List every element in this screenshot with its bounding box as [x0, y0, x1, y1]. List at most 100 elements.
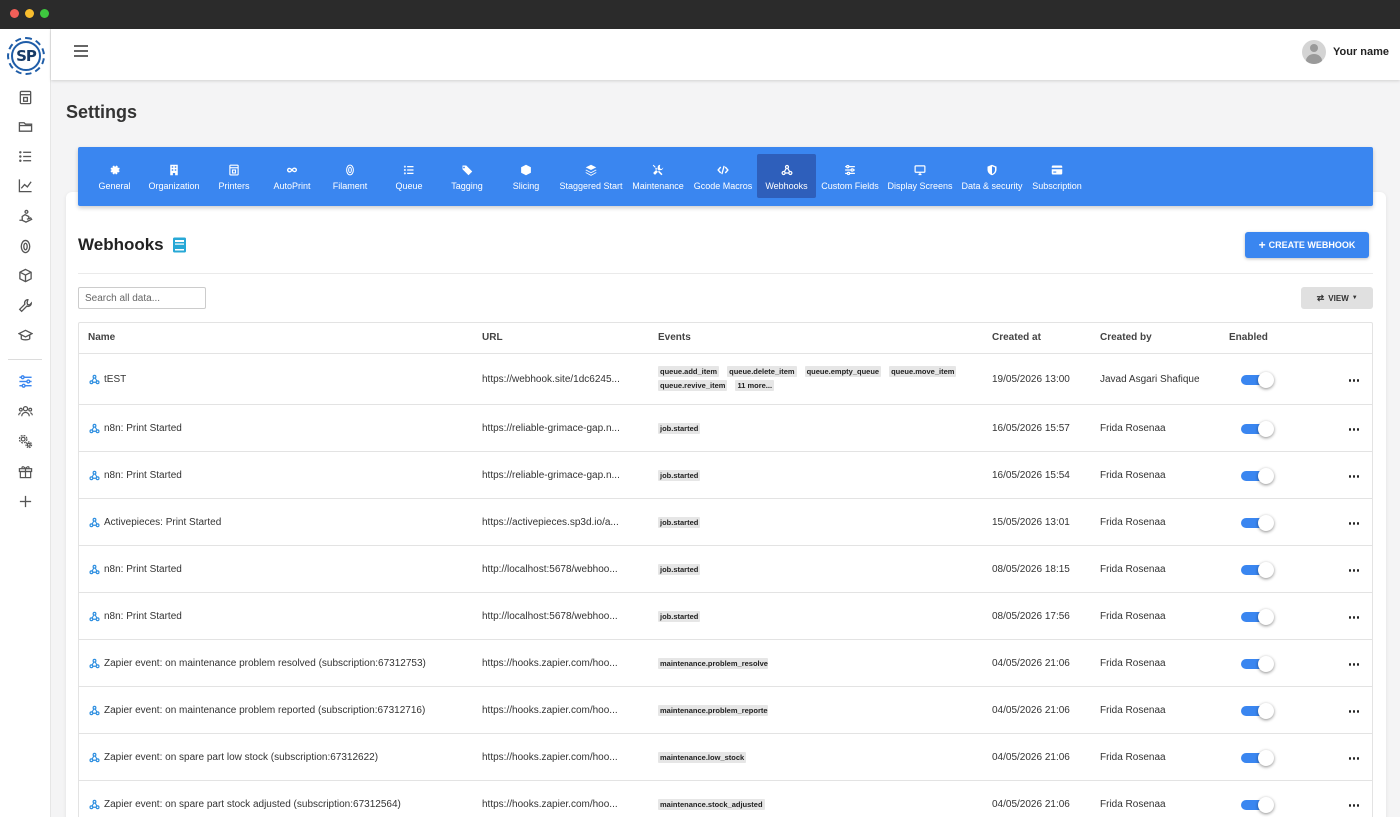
- tab-queue[interactable]: Queue: [384, 154, 434, 198]
- sidebar-filament-icon[interactable]: [15, 236, 35, 256]
- more-actions-icon[interactable]: [1349, 475, 1359, 479]
- table-row[interactable]: n8n: Print Started https://reliable-grima…: [79, 405, 1372, 452]
- maximize-window-button[interactable]: [40, 9, 49, 18]
- tab-label: Maintenance: [632, 180, 684, 191]
- more-actions-icon[interactable]: [1349, 663, 1359, 667]
- webhook-events: maintenance.low_stock: [658, 752, 958, 763]
- sidebar-settings-sliders-icon[interactable]: [15, 371, 35, 391]
- column-header-enabled[interactable]: Enabled: [1229, 332, 1268, 343]
- sidebar-add-icon[interactable]: [15, 491, 35, 511]
- column-header-created-at[interactable]: Created at: [992, 332, 1041, 343]
- webhook-url: https://hooks.zapier.com/hoo...: [482, 799, 618, 810]
- search-input[interactable]: [78, 287, 206, 309]
- table-row[interactable]: Zapier event: on maintenance problem rep…: [79, 687, 1372, 734]
- webhook-name-text: Zapier event: on maintenance problem rep…: [104, 705, 426, 716]
- plus-icon: +: [1258, 237, 1266, 252]
- webhook-url: https://reliable-grimace-gap.n...: [482, 470, 620, 481]
- sidebar-users-icon[interactable]: [15, 401, 35, 421]
- tag-icon: [461, 164, 474, 177]
- tab-printers[interactable]: Printers: [210, 154, 258, 198]
- user-menu[interactable]: Your name: [1301, 40, 1389, 64]
- created-at: 08/05/2026 17:56: [992, 611, 1070, 622]
- app-logo[interactable]: SP: [7, 37, 45, 75]
- sidebar-hand-icon[interactable]: [15, 206, 35, 226]
- close-window-button[interactable]: [10, 9, 19, 18]
- sidebar-wrench-icon[interactable]: [15, 295, 35, 315]
- tab-data-security[interactable]: Data & security: [960, 154, 1024, 198]
- tab-slicing[interactable]: Slicing: [501, 154, 551, 198]
- tab-webhooks[interactable]: Webhooks: [757, 154, 816, 198]
- webhook-name: n8n: Print Started: [89, 470, 182, 481]
- enabled-toggle[interactable]: [1241, 656, 1274, 672]
- tab-custom-fields[interactable]: Custom Fields: [820, 154, 880, 198]
- minimize-window-button[interactable]: [25, 9, 34, 18]
- enabled-toggle[interactable]: [1241, 421, 1274, 437]
- credit-card-icon: [1051, 164, 1064, 177]
- tab-label: Tagging: [451, 180, 483, 191]
- table-row[interactable]: n8n: Print Started https://reliable-grima…: [79, 452, 1372, 499]
- hamburger-menu-icon[interactable]: [74, 45, 88, 59]
- sidebar-folder-icon[interactable]: [15, 116, 35, 136]
- more-actions-icon[interactable]: [1349, 616, 1359, 620]
- table-row[interactable]: tEST https://webhook.site/1dc6245... queue…: [79, 354, 1372, 405]
- sidebar-gears-icon[interactable]: [15, 431, 35, 451]
- webhook-icon: [89, 799, 100, 810]
- create-webhook-button[interactable]: + CREATE WEBHOOK: [1245, 232, 1369, 258]
- sidebar-gift-icon[interactable]: [15, 461, 35, 481]
- table-row[interactable]: Zapier event: on maintenance problem res…: [79, 640, 1372, 687]
- book-icon[interactable]: [172, 237, 187, 253]
- more-actions-icon[interactable]: [1349, 757, 1359, 761]
- sidebar-graduation-icon[interactable]: [15, 325, 35, 345]
- webhook-name-text: tEST: [104, 374, 127, 385]
- table-row[interactable]: n8n: Print Started http://localhost:5678/…: [79, 593, 1372, 640]
- tab-staggered-start[interactable]: Staggered Start: [559, 154, 623, 198]
- enabled-toggle[interactable]: [1241, 750, 1274, 766]
- sidebar-list-icon[interactable]: [15, 146, 35, 166]
- tab-tagging[interactable]: Tagging: [442, 154, 492, 198]
- enabled-toggle[interactable]: [1241, 468, 1274, 484]
- created-by: Frida Rosenaa: [1100, 752, 1166, 763]
- view-button[interactable]: VIEW ▼: [1301, 287, 1373, 309]
- sidebar-divider: [8, 359, 42, 360]
- tab-display-screens[interactable]: Display Screens: [887, 154, 953, 198]
- table-row[interactable]: n8n: Print Started http://localhost:5678/…: [79, 546, 1372, 593]
- table-row[interactable]: Zapier event: on spare part low stock (s…: [79, 734, 1372, 781]
- more-actions-icon[interactable]: [1349, 804, 1359, 808]
- more-actions-icon[interactable]: [1349, 379, 1359, 383]
- tab-subscription[interactable]: Subscription: [1030, 154, 1084, 198]
- sidebar-printer-icon[interactable]: [15, 87, 35, 107]
- table-row[interactable]: Zapier event: on spare part stock adjust…: [79, 781, 1372, 817]
- enabled-toggle[interactable]: [1241, 515, 1274, 531]
- webhook-name: n8n: Print Started: [89, 423, 182, 434]
- enabled-toggle[interactable]: [1241, 562, 1274, 578]
- tab-autoprint[interactable]: AutoPrint: [267, 154, 317, 198]
- enabled-toggle[interactable]: [1241, 797, 1274, 813]
- sidebar-cube-icon[interactable]: [15, 265, 35, 285]
- webhook-events: job.started: [658, 470, 958, 481]
- column-header-url[interactable]: URL: [482, 332, 503, 343]
- webhook-name: Zapier event: on spare part stock adjust…: [89, 799, 401, 810]
- column-header-created-by[interactable]: Created by: [1100, 332, 1152, 343]
- column-header-events[interactable]: Events: [658, 332, 691, 343]
- column-header-name[interactable]: Name: [88, 332, 115, 343]
- sidebar-chart-icon[interactable]: [15, 175, 35, 195]
- tab-filament[interactable]: Filament: [326, 154, 374, 198]
- more-actions-icon[interactable]: [1349, 522, 1359, 526]
- more-actions-icon[interactable]: [1349, 569, 1359, 573]
- enabled-toggle[interactable]: [1241, 372, 1274, 388]
- more-actions-icon[interactable]: [1349, 428, 1359, 432]
- enabled-toggle[interactable]: [1241, 609, 1274, 625]
- created-by: Frida Rosenaa: [1100, 517, 1166, 528]
- webhook-name-text: Zapier event: on maintenance problem res…: [104, 658, 426, 669]
- tab-maintenance[interactable]: Maintenance: [631, 154, 685, 198]
- sidebar: SP: [0, 29, 51, 817]
- created-by: Javad Asgari Shafique: [1100, 374, 1200, 385]
- user-name: Your name: [1332, 46, 1389, 58]
- more-actions-icon[interactable]: [1349, 710, 1359, 714]
- create-webhook-label: CREATE WEBHOOK: [1268, 240, 1356, 250]
- enabled-toggle[interactable]: [1241, 703, 1274, 719]
- tab-general[interactable]: General: [91, 154, 138, 198]
- tab-gcode-macros[interactable]: Gcode Macros: [693, 154, 753, 198]
- tab-organization[interactable]: Organization: [145, 154, 203, 198]
- table-row[interactable]: Activepieces: Print Started https://activ…: [79, 499, 1372, 546]
